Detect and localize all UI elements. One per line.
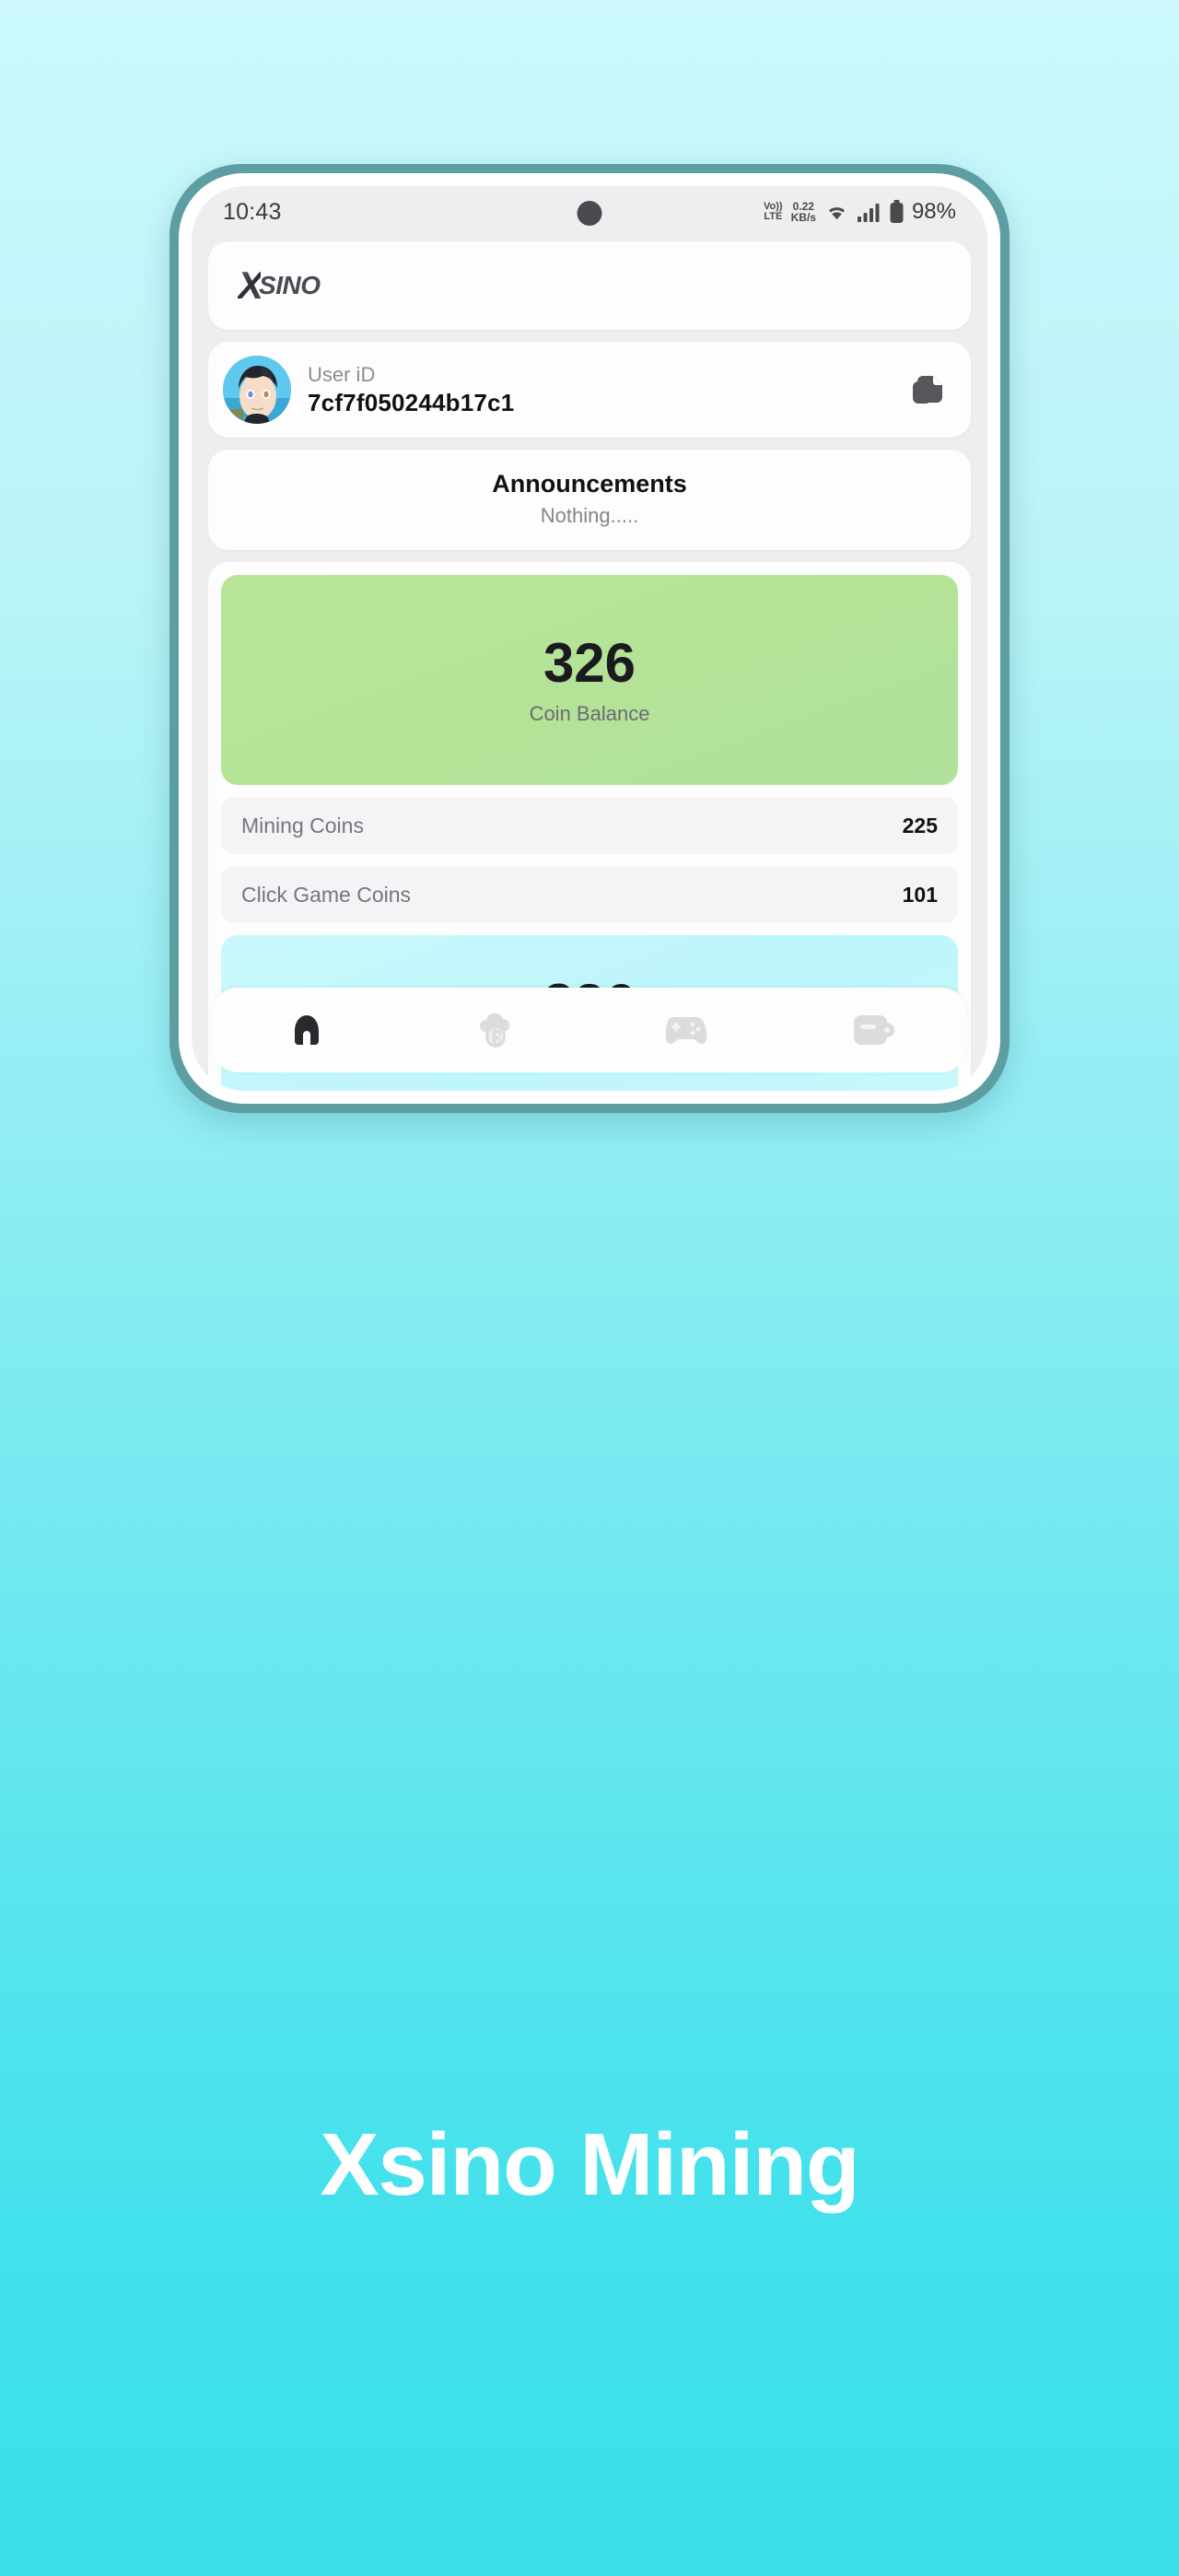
user-id-text: User iD 7cf7f050244b17c1 xyxy=(308,362,910,417)
phone-bezel: 10:43 Vo)) LTE 0.22 KB/s 98% X SINO User… xyxy=(179,173,1000,1104)
nav-home[interactable] xyxy=(212,1008,401,1052)
bottom-navigation-bar xyxy=(212,988,967,1072)
app-content: X SINO User iD 7cf7f050244b17c1 Announce… xyxy=(192,238,987,1091)
phone-screen: 10:43 Vo)) LTE 0.22 KB/s 98% X SINO User… xyxy=(192,186,987,1091)
app-logo: X SINO xyxy=(238,263,321,308)
stat-label: Click Game Coins xyxy=(241,882,412,907)
copy-icon[interactable] xyxy=(910,371,947,408)
user-id-value: 7cf7f050244b17c1 xyxy=(308,389,515,416)
logo-x-mark: X xyxy=(238,263,263,307)
announcements-title: Announcements xyxy=(492,470,687,498)
announcements-body: Nothing..... xyxy=(540,504,639,527)
page-title: Xsino Mining xyxy=(320,2115,859,2214)
status-indicators: Vo)) LTE 0.22 KB/s 98% xyxy=(764,199,956,225)
app-bar: X SINO xyxy=(208,241,971,330)
coin-balance-label: Coin Balance xyxy=(529,702,650,725)
stat-value: 225 xyxy=(902,813,938,837)
network-speed-indicator: 0.22 KB/s xyxy=(790,199,816,224)
stat-value: 101 xyxy=(902,882,938,907)
logo-wordmark: SINO xyxy=(259,271,321,299)
nav-game[interactable] xyxy=(590,1009,778,1051)
status-time: 10:43 xyxy=(223,198,282,225)
user-id-card[interactable]: User iD 7cf7f050244b17c1 xyxy=(208,342,971,438)
coin-balance-panel: 326 Coin Balance xyxy=(221,575,958,785)
status-bar: 10:43 Vo)) LTE 0.22 KB/s 98% xyxy=(192,186,987,238)
announcements-card: Announcements Nothing..... xyxy=(208,450,971,550)
stat-row-mining-coins: Mining Coins 225 xyxy=(221,797,958,854)
cloud-bitcoin-icon xyxy=(479,1013,509,1048)
signal-bars-icon xyxy=(857,203,880,222)
wallet-icon xyxy=(853,1015,894,1045)
user-avatar[interactable] xyxy=(223,356,291,424)
stat-row-click-game-coins: Click Game Coins 101 xyxy=(221,866,958,923)
stat-label: Mining Coins xyxy=(241,813,364,837)
battery-percent: 98% xyxy=(911,199,956,224)
nav-mining[interactable] xyxy=(401,1007,590,1053)
user-id-label: User iD xyxy=(308,363,376,386)
home-icon xyxy=(294,1015,319,1045)
coin-balance-value: 326 xyxy=(543,632,636,694)
volte-icon: Vo)) LTE xyxy=(764,201,783,222)
nav-wallet[interactable] xyxy=(778,1009,967,1051)
phone-device: 10:43 Vo)) LTE 0.22 KB/s 98% X SINO User… xyxy=(169,164,1010,1113)
gamepad-icon xyxy=(665,1017,706,1044)
wifi-icon xyxy=(828,207,846,220)
camera-punch-hole xyxy=(577,201,602,226)
battery-icon xyxy=(890,200,904,223)
